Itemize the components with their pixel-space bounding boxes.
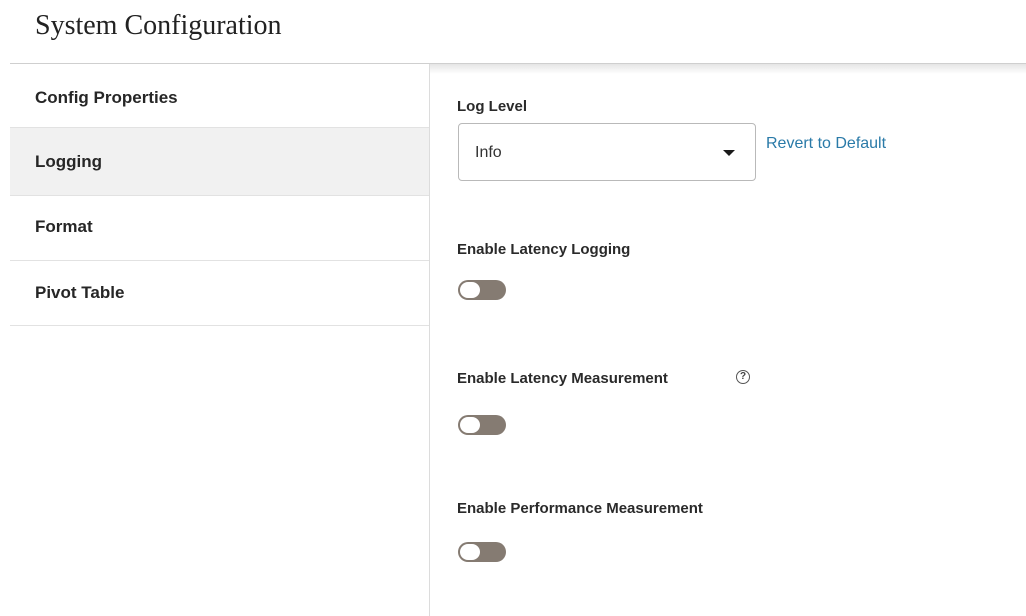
latency-measurement-toggle[interactable]	[458, 415, 506, 435]
sidebar-item-label: Config Properties	[35, 88, 178, 107]
chevron-down-icon	[723, 150, 735, 156]
latency-measurement-label: Enable Latency Measurement	[457, 370, 668, 387]
sidebar-item-config-properties[interactable]: Config Properties	[10, 64, 429, 128]
sidebar-item-label: Logging	[35, 152, 103, 171]
latency-logging-toggle[interactable]	[458, 280, 506, 300]
sidebar: Config Properties Logging Format Pivot T…	[10, 64, 429, 616]
sidebar-item-label: Pivot Table	[35, 283, 125, 302]
logging-settings-panel: Log Level Info Revert to Default Enable …	[430, 64, 1026, 616]
latency-logging-label: Enable Latency Logging	[457, 241, 631, 258]
page-title: System Configuration	[35, 10, 282, 41]
help-icon[interactable]: ?	[736, 370, 750, 384]
sidebar-item-logging[interactable]: Logging	[10, 128, 429, 196]
sidebar-item-pivot-table[interactable]: Pivot Table	[10, 261, 429, 326]
performance-measurement-label: Enable Performance Measurement	[457, 500, 703, 517]
sidebar-item-format[interactable]: Format	[10, 196, 429, 261]
revert-to-default-link[interactable]: Revert to Default	[766, 135, 886, 153]
log-level-select[interactable]: Info	[458, 123, 756, 181]
toggle-knob	[460, 544, 480, 560]
performance-measurement-toggle[interactable]	[458, 542, 506, 562]
log-level-value: Info	[475, 144, 502, 161]
toggle-knob	[460, 282, 480, 298]
log-level-label: Log Level	[457, 98, 528, 115]
toggle-knob	[460, 417, 480, 433]
sidebar-item-label: Format	[35, 217, 93, 236]
